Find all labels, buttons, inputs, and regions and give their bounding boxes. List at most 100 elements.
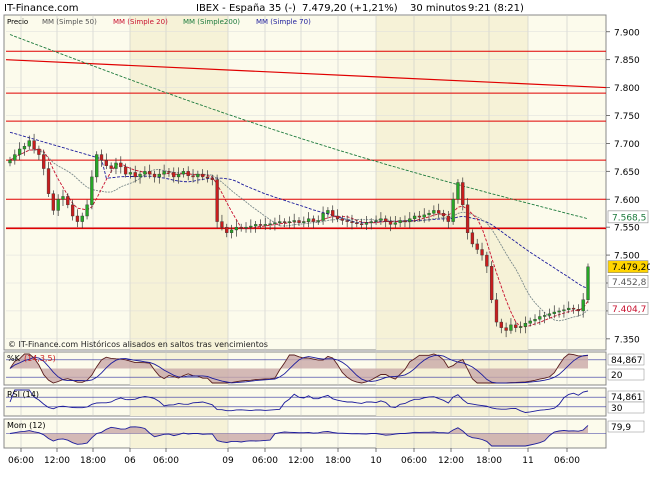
candle-body (282, 221, 287, 223)
legend-ma200: MM (Simple200) (183, 18, 240, 26)
candle-body (22, 146, 27, 150)
candle-body (490, 266, 494, 300)
candle-body (99, 154, 104, 161)
x-tick-label: 18:00 (476, 456, 502, 466)
site-name: IT-Finance.com (4, 3, 79, 14)
y-tick-label: 7.700 (614, 140, 640, 150)
candle-body (27, 140, 31, 147)
candle-body (297, 220, 301, 223)
candle-body (340, 218, 344, 221)
candle-body (181, 171, 186, 175)
candle-body (220, 221, 224, 228)
candle-body (335, 215, 340, 219)
candle-body (32, 140, 36, 150)
y-tick-label: 7.600 (614, 196, 640, 206)
candle-body (461, 182, 465, 206)
candle-body (427, 213, 431, 216)
y-tick-label: 7.650 (614, 168, 640, 178)
candle-body (437, 210, 441, 214)
candle-body (441, 213, 446, 217)
candle-body (61, 196, 65, 200)
candle-body (80, 215, 84, 222)
candle-body (514, 324, 518, 328)
x-tick-label: 06:00 (8, 456, 34, 466)
candle-body (475, 243, 479, 250)
candle-body (66, 196, 70, 206)
candle-body (562, 309, 566, 312)
candle-body (499, 321, 503, 328)
x-tick-label: 11 (522, 456, 533, 466)
candle-body (398, 220, 402, 223)
candle-body (196, 173, 200, 178)
candle-body (143, 171, 147, 175)
stoch-label-suffix: (14,3,5) (24, 354, 56, 363)
indicator-value-label: 79,9 (611, 423, 631, 433)
candle-body (518, 326, 523, 328)
stoch-label: %K (7, 354, 21, 363)
candle-body (408, 218, 412, 222)
rsi-label: RSI (14) (7, 390, 39, 399)
candle-body (292, 220, 296, 222)
candle-body (403, 220, 407, 222)
interval: 30 minutos (410, 3, 466, 14)
time: 9:21 (8:21) (468, 3, 524, 14)
x-tick-label: 06:00 (153, 456, 179, 466)
candle-body (543, 315, 547, 317)
candle-body (109, 165, 113, 169)
candle-body (13, 154, 17, 161)
candle-body (321, 213, 325, 221)
candle-body (586, 266, 590, 300)
candle-body (432, 210, 436, 214)
session-shade (376, 16, 528, 350)
candle-body (176, 173, 181, 178)
candle-body (104, 159, 108, 166)
indicator-value-label: 20 (611, 371, 623, 381)
y-tick-label: 7.850 (614, 56, 640, 66)
candle-body (210, 177, 214, 180)
candle-body (465, 204, 470, 233)
candle-body (359, 223, 364, 226)
candle-body (234, 226, 239, 231)
x-tick-label: 06:00 (401, 456, 427, 466)
candle-body (571, 307, 576, 310)
candle-body (258, 224, 263, 226)
candle-body (17, 148, 22, 155)
candle-body (374, 220, 378, 222)
candle-body (215, 179, 219, 222)
candle-body (133, 172, 137, 178)
candle-body (331, 210, 335, 217)
candle-body (350, 221, 354, 223)
candle-body (123, 166, 128, 175)
candle-body (205, 176, 210, 179)
candle-body (480, 249, 484, 256)
x-tick-label: 06 (124, 456, 136, 466)
candle-body (557, 310, 561, 313)
candle-body (485, 254, 489, 267)
candle-body (355, 222, 359, 225)
x-tick-label: 12:00 (44, 456, 70, 466)
candle-body (225, 226, 229, 233)
candle-body (157, 173, 161, 178)
candle-body (70, 204, 75, 217)
candle-body (422, 214, 426, 218)
candle-body (119, 162, 123, 168)
candle-body (552, 311, 556, 314)
candle-body (528, 320, 532, 324)
indicator-value-label: 30 (611, 404, 623, 414)
candle-body (273, 222, 277, 225)
candle-body (504, 327, 508, 331)
candle-body (56, 199, 60, 211)
candle-body (249, 225, 253, 228)
legend-ma50: MM (Simple 50) (42, 18, 97, 26)
candle-body (138, 173, 142, 178)
candle-body (37, 148, 41, 155)
candle-body (523, 323, 528, 327)
candle-body (42, 154, 46, 169)
candle-body (417, 215, 422, 218)
candle-body (95, 154, 99, 178)
price-box-label: 7.452,8 (612, 278, 647, 288)
candle-body (8, 159, 12, 164)
candle-body (167, 171, 171, 173)
candle-body (326, 210, 330, 214)
indicator-value-labels: 84,867 20 74,86130 79,9 (607, 353, 645, 433)
